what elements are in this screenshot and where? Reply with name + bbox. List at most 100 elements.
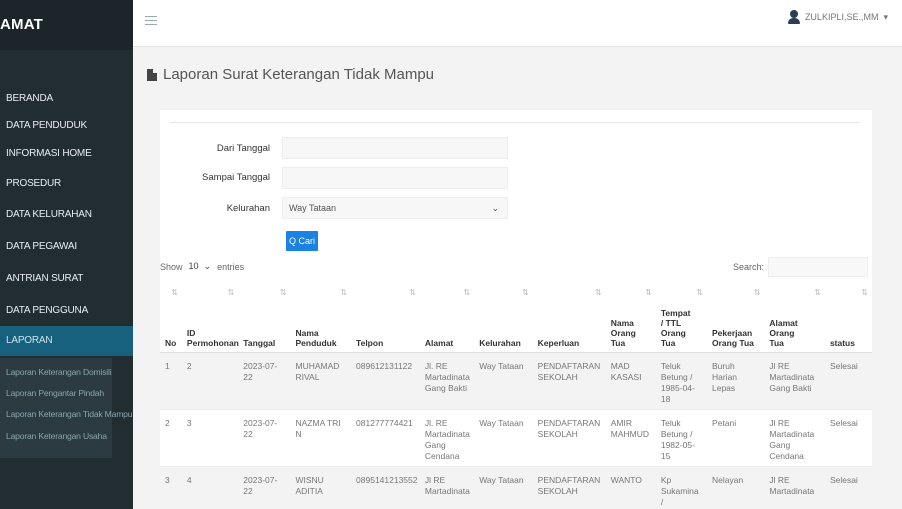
sort-icon: ⇅ [171, 288, 178, 297]
submenu-item-tidak-mampu[interactable]: Laporan Keterangan Tidak Mampu [0, 405, 133, 423]
entries-label: entries [217, 261, 245, 272]
sort-icon: ⇅ [463, 288, 471, 297]
table-cell: 2 [160, 409, 182, 467]
sort-icon: ⇅ [696, 288, 703, 297]
table-cell: PENDAFTARAN SEKOLAH [532, 466, 606, 509]
table-cell: 3 [160, 466, 182, 509]
top-navbar: ZULKIPLI,SE.,MM ▾ [133, 0, 902, 47]
table-cell: 3 [181, 409, 239, 467]
table-cell: Selesai [824, 352, 872, 410]
search-input[interactable] [768, 257, 868, 277]
laporan-submenu: Laporan Keterangan Domisili Laporan Peng… [0, 358, 133, 458]
column-header[interactable]: Nama Orang Tua ⇅ [605, 281, 656, 353]
column-header[interactable]: Telpon ⇅ [351, 281, 420, 353]
dari-tanggal-label: Dari Tanggal [216, 143, 270, 154]
sort-icon: ⇅ [409, 288, 416, 297]
sidebar-item-informasi-home[interactable]: INFORMASI HOME [0, 139, 133, 169]
table-cell: 081277774421 [351, 409, 420, 467]
sidebar: AMAT BERANDA DATA PENDUDUK INFORMASI HOM… [0, 0, 133, 509]
table-cell: Petani [706, 409, 765, 467]
table-cell: 1 [160, 352, 182, 410]
table-cell: Selesai [824, 409, 872, 467]
column-header[interactable]: ID Permohonan ⇅ [181, 281, 239, 353]
table-cell: 4 [181, 466, 239, 509]
table-cell: WISNU ADITIA [290, 466, 352, 509]
column-header[interactable]: Pekerjaan Orang Tua ⇅ [706, 281, 765, 353]
table-cell: Jl. RE Martadinata Gang Cendana [419, 409, 475, 467]
table-cell: Selesai [824, 466, 872, 509]
sort-icon: ⇅ [521, 288, 529, 297]
column-header[interactable]: Tempat / TTL Orang Tua ⇅ [655, 281, 707, 353]
chevron-down-icon: ▾ [883, 11, 888, 22]
table-cell: AMIR MAHMUD [605, 409, 656, 467]
sidebar-item-data-kelurahan[interactable]: DATA KELURAHAN [0, 200, 133, 230]
table-cell: 0895141213552 [351, 466, 420, 509]
column-header[interactable]: No ⇅ [160, 281, 182, 353]
entries-control: Show 10 ⌄ entries [160, 261, 244, 272]
table-header-row: No ⇅ ID Permohonan ⇅ Tanggal ⇅ Nama Penduduk ⇅ Tel… [160, 281, 872, 353]
sidebar-item-antrian-surat[interactable]: ANTRIAN SURAT [0, 264, 133, 294]
sampai-tanggal-label: Sampai Tanggal [202, 172, 270, 183]
sidebar-item-prosedur[interactable]: PROSEDUR [0, 169, 133, 199]
sidebar-item-laporan[interactable]: LAPORAN [0, 326, 133, 356]
table-cell: 2 [181, 352, 239, 410]
table-cell: 2023-07-22 [238, 409, 291, 467]
sort-icon: ⇅ [753, 288, 761, 297]
kelurahan-selected: Way Tataan [289, 203, 337, 213]
table-cell: MUHAMAD RIVAL [290, 352, 352, 410]
dari-tanggal-input[interactable] [282, 137, 508, 159]
sort-icon: ⇅ [340, 288, 348, 297]
table-search: Search: [733, 257, 868, 277]
brand-name: AMAT [0, 16, 44, 33]
column-header[interactable]: status ⇅ [824, 281, 872, 353]
divider [170, 122, 860, 123]
submenu-item-usaha[interactable]: Laporan Keterangan Usaha [0, 427, 107, 445]
table-row: 3 4 2023-07-22 WISNU ADITIA 0895141213552 Jl R… [160, 466, 872, 509]
sidebar-item-data-pengguna[interactable]: DATA PENGGUNA [0, 296, 133, 326]
table-body: 1 2 2023-07-22 MUHAMAD RIVAL 089612131122 Jl. … [160, 352, 872, 509]
table-cell: 2023-07-22 [238, 466, 291, 509]
table-cell: Way Tataan [474, 352, 533, 410]
table-cell: Way Tataan [474, 409, 533, 467]
table-cell: Jl RE Martadinata Gang Bakti [764, 352, 825, 410]
page-title-text: Laporan Surat Keterangan Tidak Mampu [163, 66, 435, 83]
sidebar-item-beranda[interactable]: BERANDA [0, 84, 133, 114]
submenu-item-pengantar-pindah[interactable]: Laporan Pengantar Pindah [0, 384, 104, 402]
report-panel: Dari Tanggal Sampai Tanggal Kelurahan Wa… [160, 110, 872, 509]
show-label: Show [160, 261, 183, 272]
table-cell: Jl RE Martadinata [419, 466, 475, 509]
menu-toggle-icon[interactable] [145, 16, 157, 25]
table-cell: 089612131122 [351, 352, 420, 410]
table-cell: 2023-07-22 [238, 352, 291, 410]
table-cell: Jl RE Martadinata Gang Cendana [764, 409, 825, 467]
file-icon [147, 68, 157, 81]
column-header[interactable]: Kelurahan ⇅ [474, 281, 533, 353]
sampai-tanggal-input[interactable] [282, 167, 508, 189]
sort-icon: ⇅ [279, 288, 287, 297]
table-row: 1 2 2023-07-22 MUHAMAD RIVAL 089612131122 Jl. … [160, 352, 872, 410]
column-header[interactable]: Tanggal ⇅ [238, 281, 291, 353]
column-header[interactable]: Nama Penduduk ⇅ [290, 281, 352, 353]
sort-icon: ⇅ [645, 288, 652, 297]
column-header[interactable]: Alamat Orang Tua ⇅ [764, 281, 825, 353]
kelurahan-select[interactable]: Way Tataan ⌄ [282, 197, 508, 219]
chevron-down-icon: ⌄ [491, 203, 499, 213]
search-button[interactable]: Q Cari [286, 231, 318, 251]
column-header[interactable]: Alamat ⇅ [419, 281, 475, 353]
submenu-item-domisili[interactable]: Laporan Keterangan Domisili [0, 363, 112, 381]
table-cell: Way Tataan [474, 466, 533, 509]
table-row: 2 3 2023-07-22 NAZMA TRI N 081277774421 Jl. R… [160, 409, 872, 467]
entries-select[interactable]: 10 ⌄ [189, 261, 212, 272]
user-menu[interactable]: ZULKIPLI,SE.,MM ▾ [787, 10, 888, 24]
brand[interactable]: AMAT [0, 0, 133, 50]
user-name: ZULKIPLI,SE.,MM [804, 12, 879, 22]
column-header[interactable]: Keperluan ⇅ [532, 281, 606, 353]
report-table: No ⇅ ID Permohonan ⇅ Tanggal ⇅ Nama Penduduk ⇅ Tel… [160, 281, 872, 509]
table-cell: Kp Sukamina / [655, 466, 707, 509]
sidebar-item-data-pegawai[interactable]: DATA PEGAWAI [0, 232, 133, 262]
table-cell: MAD KASASI [605, 352, 656, 410]
sidebar-item-data-penduduk[interactable]: DATA PENDUDUK [0, 111, 133, 141]
table-cell: Buruh Harian Lepas [706, 352, 765, 410]
table-cell: Teluk Betung /1982-05- 15 [655, 409, 707, 467]
sort-icon: ⇅ [595, 288, 602, 297]
